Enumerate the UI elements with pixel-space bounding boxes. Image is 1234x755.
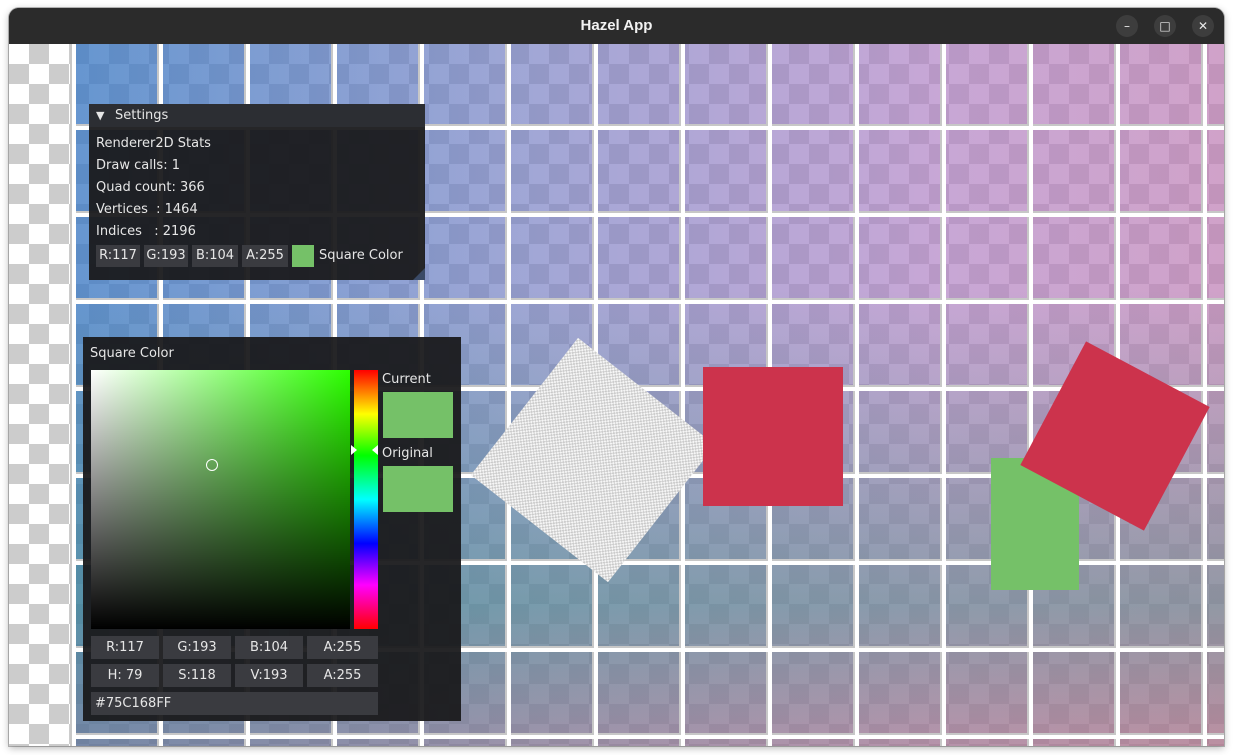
alpha-field[interactable]: A:255 [242,245,288,267]
picker-title: Square Color [90,346,174,361]
red-field[interactable]: R:117 [96,245,140,267]
hex-input[interactable]: #75C168FF [91,692,378,715]
window-title: Hazel App [580,17,653,34]
minimize-button[interactable]: – [1116,15,1138,37]
app-window: Hazel App – □ ✕ ▼ Settings Renderer2D St… [9,8,1224,746]
blue-field[interactable]: B:104 [235,636,303,659]
indices-count: Indices : 2196 [96,224,196,239]
close-button[interactable]: ✕ [1192,15,1214,37]
hue-marker-left-icon[interactable] [351,445,357,455]
title-bar[interactable]: Hazel App – □ ✕ [9,8,1224,44]
current-color-swatch [383,392,453,438]
hue-bar[interactable] [354,370,378,629]
settings-header[interactable]: ▼ Settings [89,104,425,127]
hue-marker-right-icon[interactable] [372,445,378,455]
saturation-field[interactable]: S:118 [163,664,231,687]
alpha-field-hsv[interactable]: A:255 [307,664,378,687]
original-color-swatch[interactable] [383,466,453,512]
maximize-button[interactable]: □ [1154,15,1176,37]
draw-calls: Draw calls: 1 [96,158,180,173]
green-field[interactable]: G:193 [144,245,188,267]
color-picker-popup: Square Color Current Original R:117 G:19… [83,337,461,721]
red-field[interactable]: R:117 [91,636,159,659]
original-label: Original [382,446,433,461]
settings-panel: ▼ Settings Renderer2D Stats Draw calls: … [89,104,425,280]
quad-count: Quad count: 366 [96,180,205,195]
saturation-value-square[interactable] [91,370,350,629]
collapse-triangle-icon[interactable]: ▼ [96,104,104,127]
hue-field[interactable]: H: 79 [91,664,159,687]
scene-viewport[interactable]: ▼ Settings Renderer2D Stats Draw calls: … [9,44,1224,746]
value-field[interactable]: V:193 [235,664,303,687]
blue-field[interactable]: B:104 [192,245,238,267]
resize-grip[interactable] [413,268,425,280]
red-square [703,367,843,506]
current-label: Current [382,372,431,387]
square-color-label: Square Color [319,248,403,263]
green-field[interactable]: G:193 [163,636,231,659]
settings-title: Settings [115,108,169,123]
square-color-swatch[interactable] [292,245,314,267]
square-color-edit: R:117 G:193 B:104 A:255 Square Color [89,245,425,267]
alpha-field[interactable]: A:255 [307,636,378,659]
stats-title: Renderer2D Stats [96,136,211,151]
vertices-count: Vertices : 1464 [96,202,198,217]
sv-cursor[interactable] [206,459,218,471]
